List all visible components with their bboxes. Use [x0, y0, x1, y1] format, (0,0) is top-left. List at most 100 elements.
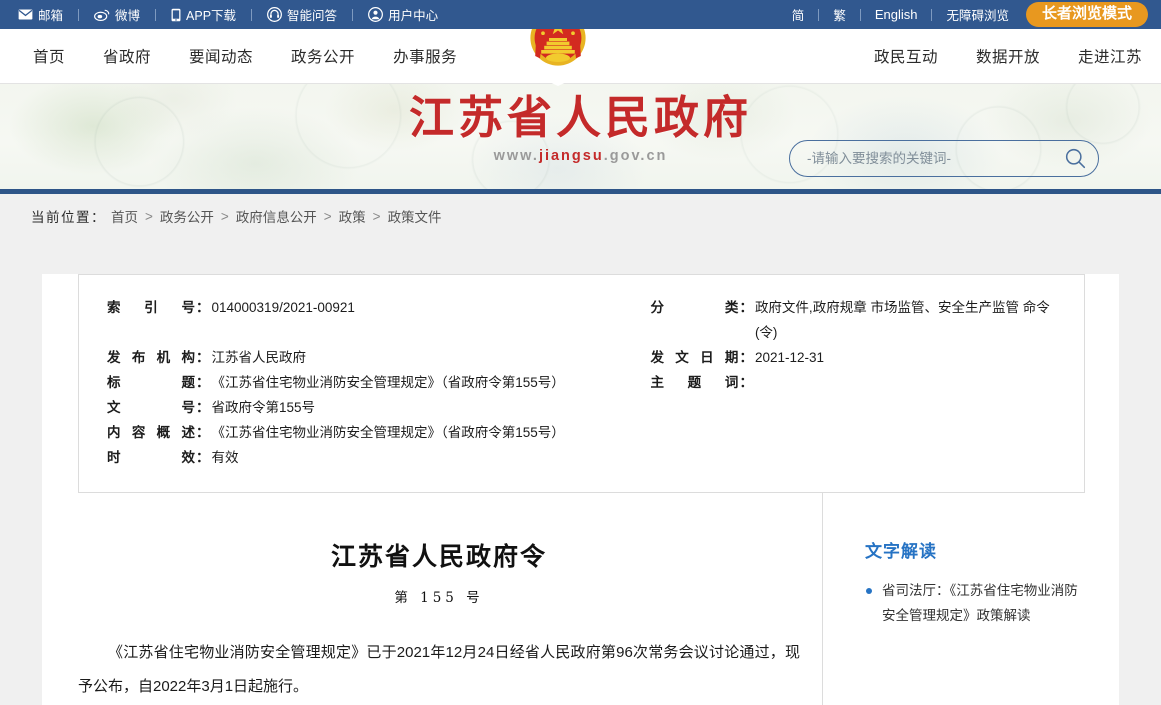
topbar-link-smart-qa[interactable]: 智能问答	[265, 5, 339, 24]
breadcrumb-item-information-disclosure[interactable]: 政府信息公开	[236, 206, 317, 226]
top-utility-right-group: 简 繁 English 无障碍浏览 长者浏览模式	[791, 1, 1148, 28]
document-main-column: 江苏省人民政府令 第 155 号 《江苏省住宅物业消防安全管理规定》已于2021…	[78, 493, 800, 705]
metadata-row-summary: 内容概述 ： 《江苏省住宅物业消防安全管理规定》（省政府令第155号）	[107, 420, 638, 445]
elder-browse-mode-button[interactable]: 长者浏览模式	[1025, 1, 1148, 28]
breadcrumb-separator: >	[323, 208, 332, 224]
metadata-value: 2021-12-31	[754, 350, 824, 365]
metadata-value: 《江苏省住宅物业消防安全管理规定》（省政府令第155号）	[211, 375, 565, 390]
breadcrumb-item-policy[interactable]: 政策	[339, 206, 366, 226]
lang-traditional[interactable]: 繁	[832, 5, 847, 24]
metadata-spacer	[107, 320, 638, 345]
topbar-link-mail[interactable]: 邮箱	[16, 5, 65, 24]
sidebar-link-list: 省司法厅：《江苏省住宅物业消防安全管理规定》政策解读	[865, 578, 1083, 628]
document-paragraph: 《江苏省住宅物业消防安全管理规定》已于2021年12月24日经省人民政府第96次…	[78, 644, 800, 695]
topbar-link-mail-label: 邮箱	[38, 9, 64, 23]
topbar-link-app-download-label: APP下载	[186, 9, 237, 23]
search-submit-button[interactable]	[1052, 141, 1098, 176]
breadcrumb-separator: >	[145, 208, 153, 224]
lang-simplified[interactable]: 简	[791, 5, 806, 24]
metadata-row-title: 标题 ： 《江苏省住宅物业消防安全管理规定》（省政府令第155号）	[107, 370, 638, 395]
breadcrumb-separator: >	[372, 208, 381, 224]
top-utility-left-group: 邮箱 微博 APP下载 智能问答 用户中心	[16, 5, 440, 24]
search-input[interactable]	[790, 151, 1052, 166]
metadata-value: 政府文件,政府规章 市场监管、安全生产监管 命令(令)	[754, 300, 1050, 340]
document-metadata-box: 索引号 ： 014000319/2021-00921 发布机构 ： 江苏省人民政…	[78, 274, 1085, 493]
metadata-colon: ：	[739, 375, 753, 390]
topbar-link-smart-qa-label: 智能问答	[287, 9, 338, 23]
nav-left-group: 首页 省政府 要闻动态 政务公开 办事服务	[0, 45, 476, 67]
metadata-colon: ：	[739, 350, 753, 365]
breadcrumb-item-home[interactable]: 首页	[111, 206, 138, 226]
nav-item-into-jiangsu[interactable]: 走进江苏	[1059, 45, 1161, 67]
nav-item-government-affairs[interactable]: 政务公开	[272, 45, 374, 67]
metadata-colon: ：	[196, 350, 210, 365]
user-icon	[368, 7, 384, 22]
breadcrumb-label: 当前位置：	[31, 210, 106, 225]
divider	[251, 8, 253, 21]
document-sidebar: 文字解读 省司法厅：《江苏省住宅物业消防安全管理规定》政策解读	[822, 493, 1083, 705]
metadata-key: 时效	[107, 450, 195, 465]
metadata-key: 主题词	[650, 375, 739, 390]
metadata-row-keywords: 主题词 ：	[650, 370, 1056, 395]
nav-item-services[interactable]: 办事服务	[374, 45, 476, 67]
divider	[352, 8, 354, 21]
metadata-row-issue-date: 发文日期 ： 2021-12-31	[650, 345, 1056, 370]
site-search[interactable]	[789, 140, 1099, 177]
breadcrumb: 当前位置： 首页 > 政务公开 > 政府信息公开 > 政策 > 政策文件	[0, 194, 1161, 238]
search-icon	[1064, 147, 1087, 170]
metadata-key: 索引号	[107, 300, 195, 315]
breadcrumb-item-policy-documents[interactable]: 政策文件	[388, 206, 442, 226]
metadata-value: 《江苏省住宅物业消防安全管理规定》（省政府令第155号）	[211, 425, 565, 440]
metadata-value: 江苏省人民政府	[211, 350, 307, 365]
metadata-colon: ：	[196, 375, 210, 390]
metadata-colon: ：	[196, 300, 210, 315]
metadata-colon: ：	[196, 450, 210, 465]
topbar-link-app-download[interactable]: APP下载	[169, 5, 238, 24]
divider	[931, 8, 933, 21]
breadcrumb-item-government-affairs[interactable]: 政务公开	[160, 206, 214, 226]
metadata-colon: ：	[196, 425, 210, 440]
top-utility-bar: 邮箱 微博 APP下载 智能问答 用户中心 简 繁 English 无障碍浏览 …	[0, 0, 1161, 29]
nav-item-open-data[interactable]: 数据开放	[957, 45, 1059, 67]
metadata-key: 标题	[107, 375, 195, 390]
topbar-link-user-center-label: 用户中心	[388, 9, 439, 23]
list-item[interactable]: 省司法厅：《江苏省住宅物业消防安全管理规定》政策解读	[865, 578, 1083, 628]
metadata-left-column: 索引号 ： 014000319/2021-00921 发布机构 ： 江苏省人民政…	[107, 295, 638, 470]
metadata-row-category: 分类 ： 政府文件,政府规章 市场监管、安全生产监管 命令(令)	[650, 295, 1056, 345]
lang-english[interactable]: English	[874, 7, 919, 22]
accessibility-browse-link[interactable]: 无障碍浏览	[945, 5, 1010, 24]
metadata-row-document-number: 文号 ： 省政府令第155号	[107, 395, 638, 420]
nav-right-group: 政民互动 数据开放 走进江苏	[855, 45, 1161, 67]
divider	[78, 8, 80, 21]
metadata-key: 发布机构	[107, 350, 195, 365]
divider	[155, 8, 157, 21]
mobile-icon	[171, 8, 181, 22]
topbar-link-weibo[interactable]: 微博	[92, 5, 142, 24]
topbar-link-user-center[interactable]: 用户中心	[366, 5, 440, 24]
site-url-prefix: www.	[493, 147, 539, 164]
metadata-colon: ：	[196, 400, 210, 415]
sidebar-heading-text-interpretation: 文字解读	[865, 542, 937, 561]
weibo-icon	[94, 9, 110, 21]
nav-item-home[interactable]: 首页	[14, 45, 84, 67]
nav-item-interaction[interactable]: 政民互动	[855, 45, 957, 67]
divider	[859, 8, 861, 21]
metadata-colon: ：	[739, 300, 753, 315]
page-content-card: 索引号 ： 014000319/2021-00921 发布机构 ： 江苏省人民政…	[42, 274, 1119, 705]
metadata-row-validity: 时效 ： 有效	[107, 445, 638, 470]
document-area: 江苏省人民政府令 第 155 号 《江苏省住宅物业消防安全管理规定》已于2021…	[42, 493, 1119, 705]
metadata-key: 内容概述	[107, 425, 195, 440]
nav-item-news[interactable]: 要闻动态	[170, 45, 272, 67]
mail-icon	[18, 9, 33, 20]
topbar-link-weibo-label: 微博	[115, 9, 141, 23]
metadata-key: 分类	[650, 300, 739, 315]
document-title: 江苏省人民政府令	[330, 542, 547, 571]
metadata-value: 014000319/2021-00921	[211, 300, 355, 315]
divider	[818, 8, 820, 21]
metadata-key: 发文日期	[650, 350, 739, 365]
site-title: 江苏省人民政府	[408, 91, 752, 144]
metadata-row-issuing-agency: 发布机构 ： 江苏省人民政府	[107, 345, 638, 370]
metadata-value: 有效	[211, 450, 239, 465]
metadata-key: 文号	[107, 400, 195, 415]
nav-item-provincial-government[interactable]: 省政府	[84, 45, 170, 67]
